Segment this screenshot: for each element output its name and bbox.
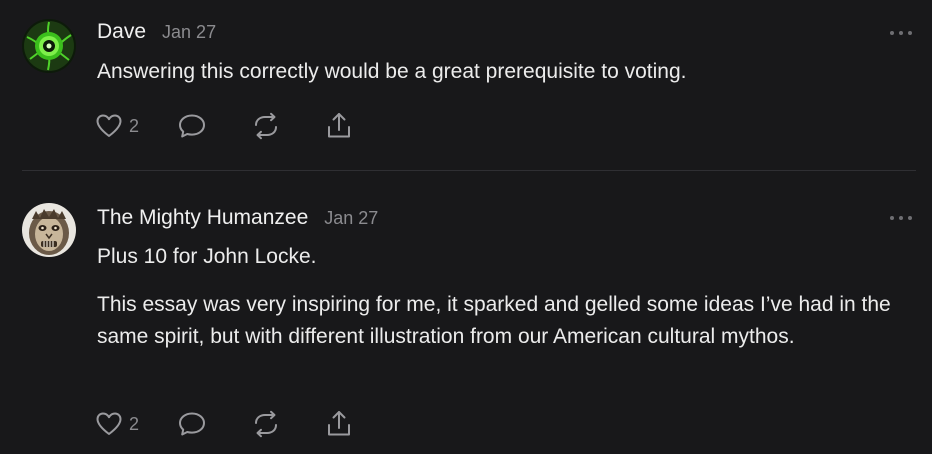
share-icon <box>328 113 351 138</box>
comment-body: Answering this correctly would be a grea… <box>97 56 917 88</box>
comment-actions: 2 <box>95 111 353 141</box>
heart-icon <box>96 412 122 435</box>
comment-date[interactable]: Jan 27 <box>324 208 378 229</box>
like-count: 2 <box>129 413 140 434</box>
comment-date[interactable]: Jan 27 <box>162 22 216 43</box>
comment-paragraph: Answering this correctly would be a grea… <box>97 60 687 83</box>
humanzee-face-icon <box>22 203 76 257</box>
comment-actions: 2 <box>95 409 353 439</box>
like-count: 2 <box>129 115 140 136</box>
restack-icon <box>255 410 278 438</box>
reply-button[interactable] <box>177 410 207 438</box>
author-line: The Mighty Humanzee Jan 27 <box>97 206 378 230</box>
avatar[interactable] <box>22 19 76 73</box>
reply-button[interactable] <box>177 112 207 140</box>
green-eye-icon <box>22 19 76 73</box>
heart-icon <box>96 114 122 137</box>
like-button[interactable]: 2 <box>95 113 139 139</box>
avatar[interactable] <box>22 203 76 257</box>
comment-divider <box>22 170 916 171</box>
author-name[interactable]: Dave <box>97 20 146 44</box>
comment-paragraph: This essay was very inspiring for me, it… <box>97 293 891 348</box>
author-name[interactable]: The Mighty Humanzee <box>97 206 308 230</box>
speech-bubble-icon <box>179 412 206 436</box>
restack-button[interactable] <box>251 112 281 140</box>
comment-thread: Dave Jan 27 Answering this correctly wou… <box>0 0 932 454</box>
comment-body: Plus 10 for John Locke. This essay was v… <box>97 241 917 353</box>
restack-icon <box>255 112 278 140</box>
comment-paragraph: Plus 10 for John Locke. <box>97 245 317 268</box>
share-button[interactable] <box>325 409 353 439</box>
restack-button[interactable] <box>251 410 281 438</box>
more-icon[interactable] <box>890 214 912 222</box>
share-button[interactable] <box>325 111 353 141</box>
author-line: Dave Jan 27 <box>97 20 216 44</box>
more-icon[interactable] <box>890 29 912 37</box>
like-button[interactable]: 2 <box>95 411 139 437</box>
share-icon <box>328 411 351 436</box>
speech-bubble-icon <box>179 114 206 138</box>
